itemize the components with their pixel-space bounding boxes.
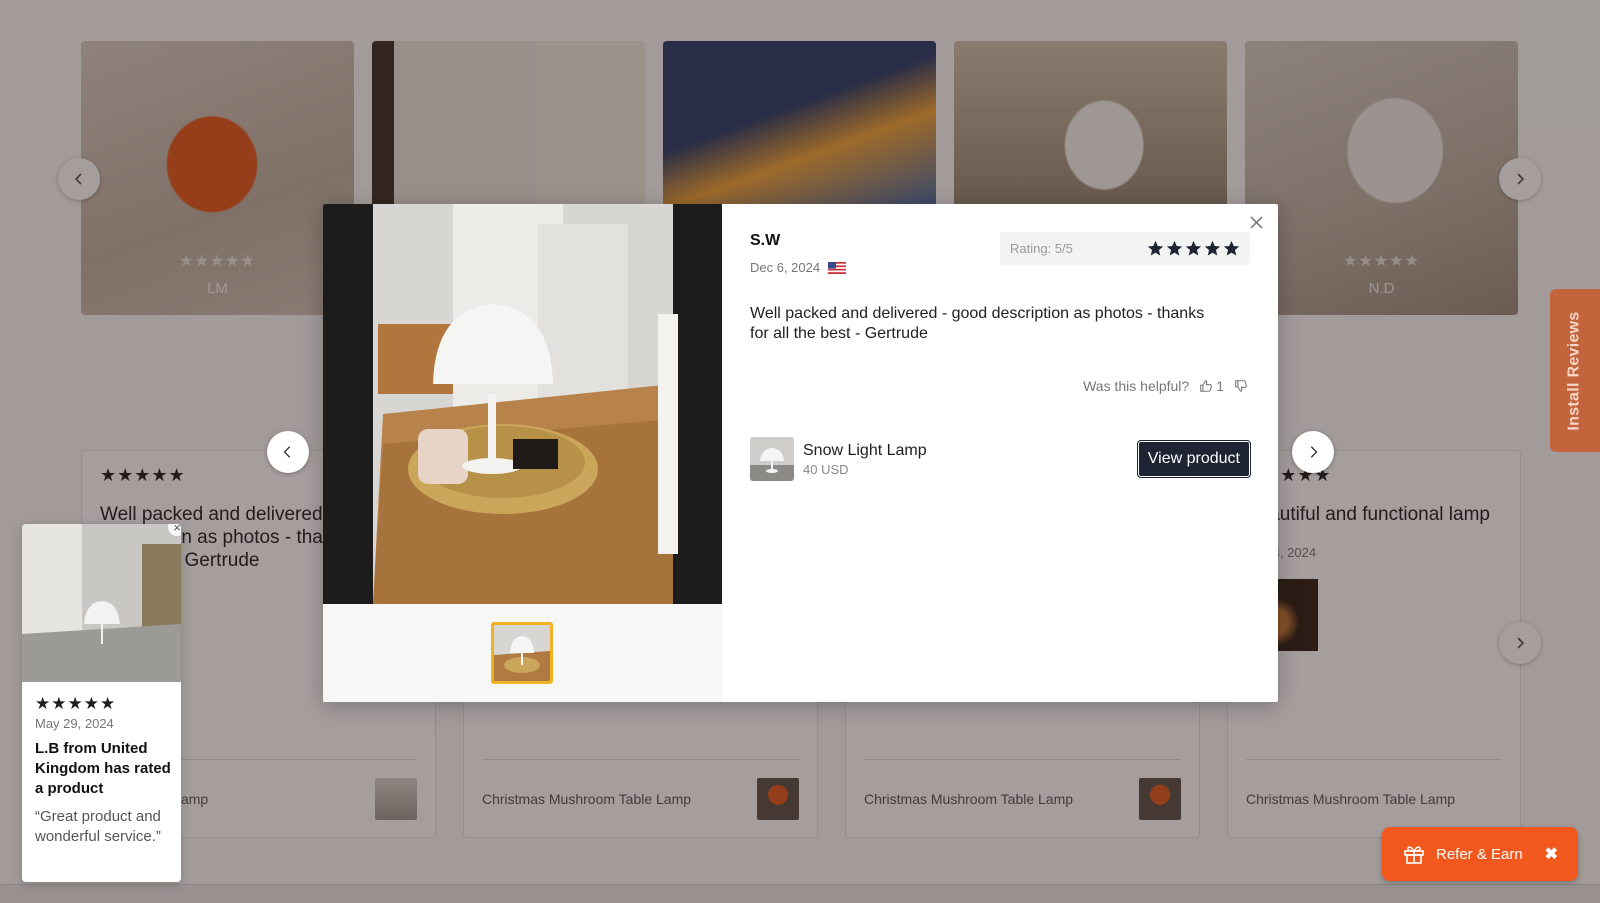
chevron-right-icon (1310, 446, 1318, 458)
thumbs-up-icon (1200, 380, 1213, 392)
star-icon (1147, 240, 1164, 256)
review-date-row: Dec 6, 2024 (750, 260, 847, 275)
refer-earn-button[interactable]: Refer & Earn ✖ (1382, 827, 1578, 881)
us-flag-icon (828, 261, 847, 274)
thumbs-up-count: 1 (1216, 378, 1224, 394)
close-modal-button[interactable] (1244, 210, 1268, 234)
thumbs-up-button[interactable]: 1 (1199, 378, 1224, 394)
thumbs-down-icon (1235, 380, 1247, 392)
product-thumbnail[interactable] (750, 437, 794, 481)
review-modal: S.W Dec 6, 2024 Rating: 5/5 Well packed … (323, 204, 1278, 702)
product-price: 40 USD (803, 461, 849, 477)
modal-next-button[interactable] (1292, 431, 1334, 473)
helpful-row: Was this helpful? 1 (1083, 378, 1248, 394)
proof-title: L.B from United Kingdom has rated a prod… (35, 740, 171, 797)
helpful-label: Was this helpful? (1083, 378, 1190, 394)
reviewer-name: S.W (750, 232, 781, 249)
install-reviews-tab[interactable]: Install Reviews (1550, 289, 1600, 452)
install-reviews-label: Install Reviews (1566, 310, 1583, 431)
proof-product-image: × (22, 524, 181, 682)
lamp-photo (323, 204, 722, 604)
review-details: S.W Dec 6, 2024 Rating: 5/5 Well packed … (722, 204, 1278, 702)
view-product-button[interactable]: View product (1137, 441, 1250, 477)
social-proof-popup[interactable]: × ★★★★★ May 29, 2024 L.B from United Kin… (22, 524, 181, 882)
star-icon (1204, 240, 1221, 256)
review-media (323, 204, 722, 702)
chevron-left-icon (283, 446, 291, 458)
refer-close-icon[interactable]: ✖ (1545, 844, 1558, 864)
rating-label: Rating: 5/5 (1010, 241, 1073, 256)
photo-thumbnail[interactable] (491, 622, 553, 684)
star-icon (1166, 240, 1183, 256)
rating-stars (1147, 240, 1240, 257)
product-name[interactable]: Snow Light Lamp (803, 442, 1138, 460)
review-text: Well packed and delivered - good descrip… (750, 305, 1205, 342)
refer-earn-label: Refer & Earn (1436, 845, 1523, 863)
proof-stars: ★★★★★ (35, 694, 117, 713)
gift-icon (1404, 846, 1424, 864)
proof-quote: “Great product and wonderful service.” (35, 808, 161, 845)
proof-date: May 29, 2024 (35, 716, 114, 731)
product-row: Snow Light Lamp 40 USD View product (750, 436, 1250, 482)
star-icon (1185, 240, 1202, 256)
modal-prev-button[interactable] (267, 431, 309, 473)
thumbnail-strip (323, 604, 722, 702)
review-main-photo (323, 204, 722, 604)
star-icon (1223, 240, 1240, 256)
close-icon (1249, 215, 1263, 229)
rating-box: Rating: 5/5 (1000, 232, 1250, 265)
thumbs-down-button[interactable] (1234, 379, 1248, 393)
review-date: Dec 6, 2024 (750, 260, 821, 275)
